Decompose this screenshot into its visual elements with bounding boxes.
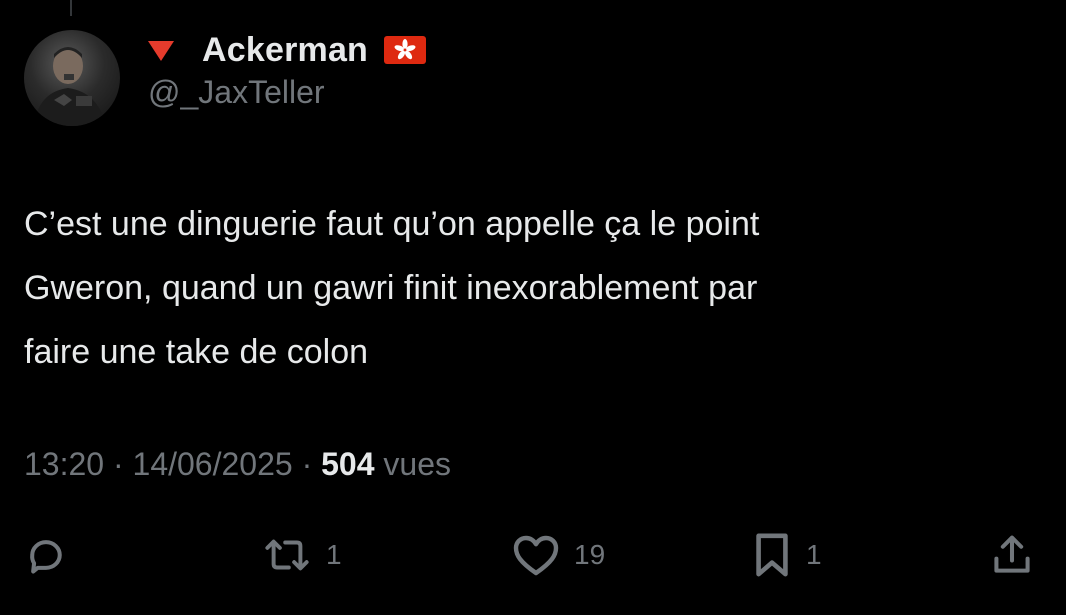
tweet-text: C’est une dinguerie faut qu’on appelle ç…: [24, 205, 760, 371]
tweet-time[interactable]: 13:20: [24, 446, 104, 482]
reply-icon: [30, 540, 62, 574]
bookmark-button[interactable]: 1: [752, 530, 822, 580]
share-icon: [994, 535, 1030, 573]
meta-separator: ·: [301, 446, 313, 482]
retweet-button[interactable]: 1: [262, 530, 342, 580]
bookmark-count: 1: [806, 539, 822, 570]
author-display-name[interactable]: Ackerman: [202, 31, 368, 70]
retweet-icon: [265, 539, 309, 571]
tweet-header: Ackerman @_JaxTeller: [148, 30, 427, 111]
like-button[interactable]: 19: [512, 530, 605, 580]
tweet-date[interactable]: 14/06/2025: [133, 446, 293, 482]
views-count: 504: [321, 446, 375, 482]
avatar-image: [34, 47, 106, 126]
thread-line: [70, 0, 72, 16]
bookmark-icon: [756, 533, 788, 577]
red-triangle-down-icon: [148, 41, 174, 61]
like-count: 19: [574, 539, 606, 570]
views-label: vues: [383, 446, 451, 482]
tweet-meta: 13:20 · 14/06/2025 · 504 vues: [24, 446, 451, 483]
meta-separator: ·: [112, 446, 124, 482]
share-button[interactable]: [990, 530, 1034, 580]
author-name-row[interactable]: Ackerman: [148, 30, 427, 70]
hong-kong-flag-icon: [384, 36, 427, 64]
heart-icon: [513, 535, 559, 576]
author-handle[interactable]: @_JaxTeller: [148, 74, 426, 111]
action-bar: 1 19 1: [0, 530, 1066, 580]
avatar[interactable]: [24, 30, 120, 126]
reply-button[interactable]: [24, 530, 68, 580]
retweet-count: 1: [326, 539, 342, 570]
